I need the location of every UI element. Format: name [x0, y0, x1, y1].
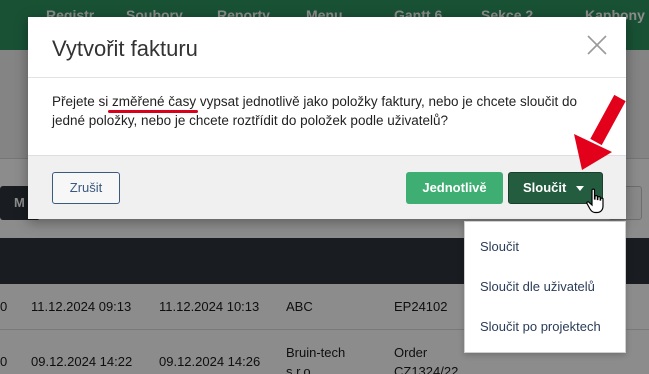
message-prefix: Přejete si: [52, 94, 113, 109]
message-highlight: změřené časy: [112, 94, 197, 109]
close-icon[interactable]: [584, 32, 610, 58]
cancel-button[interactable]: Zrušit: [52, 172, 120, 204]
red-underline-annotation: [108, 110, 198, 113]
merge-button-label: Sloučit: [523, 180, 567, 195]
dialog-divider: [28, 77, 626, 78]
red-arrow-annotation: [574, 94, 626, 170]
menu-item-merge[interactable]: Sloučit: [480, 239, 519, 254]
hand-pointer-icon: [586, 188, 604, 214]
menu-item-merge-by-projects[interactable]: Sloučit po projektech: [480, 319, 601, 334]
chevron-down-icon: [576, 186, 584, 191]
menu-item-merge-by-users[interactable]: Sloučit dle uživatelů: [480, 279, 595, 294]
merge-options-menu: Sloučit Sloučit dle uživatelů Sloučit po…: [464, 221, 626, 353]
create-invoice-dialog: Vytvořit fakturu Přejete si změřené časy…: [28, 17, 626, 219]
individually-button[interactable]: Jednotlivě: [406, 172, 503, 204]
dialog-title: Vytvořit fakturu: [52, 36, 198, 61]
dialog-footer: Zrušit Jednotlivě Sloučit: [28, 155, 626, 219]
